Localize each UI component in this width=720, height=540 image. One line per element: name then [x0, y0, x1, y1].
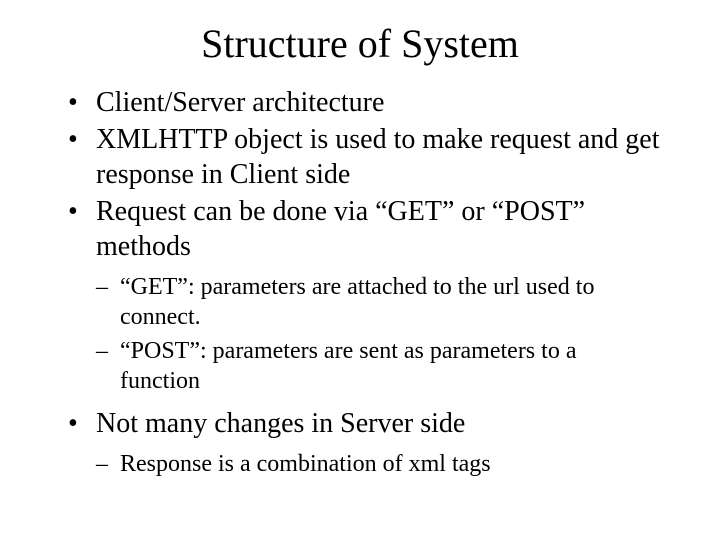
sub-bullet-list: “GET”: parameters are attached to the ur…	[96, 272, 680, 396]
bullet-item: XMLHTTP object is used to make request a…	[68, 122, 720, 192]
bullet-text: Request can be done via “GET” or “POST” …	[96, 196, 585, 262]
sub-bullet-item: Response is a combination of xml tags	[96, 449, 680, 479]
slide-title: Structure of System	[0, 20, 720, 67]
main-bullet-list: Client/Server architecture XMLHTTP objec…	[0, 85, 720, 479]
sub-bullet-item: “GET”: parameters are attached to the ur…	[96, 272, 680, 332]
bullet-item: Client/Server architecture	[68, 85, 720, 120]
bullet-item: Not many changes in Server side Response…	[68, 406, 720, 479]
bullet-text: Not many changes in Server side	[96, 408, 465, 439]
bullet-item: Request can be done via “GET” or “POST” …	[68, 194, 720, 396]
sub-bullet-list: Response is a combination of xml tags	[96, 449, 680, 479]
sub-bullet-item: “POST”: parameters are sent as parameter…	[96, 336, 680, 396]
